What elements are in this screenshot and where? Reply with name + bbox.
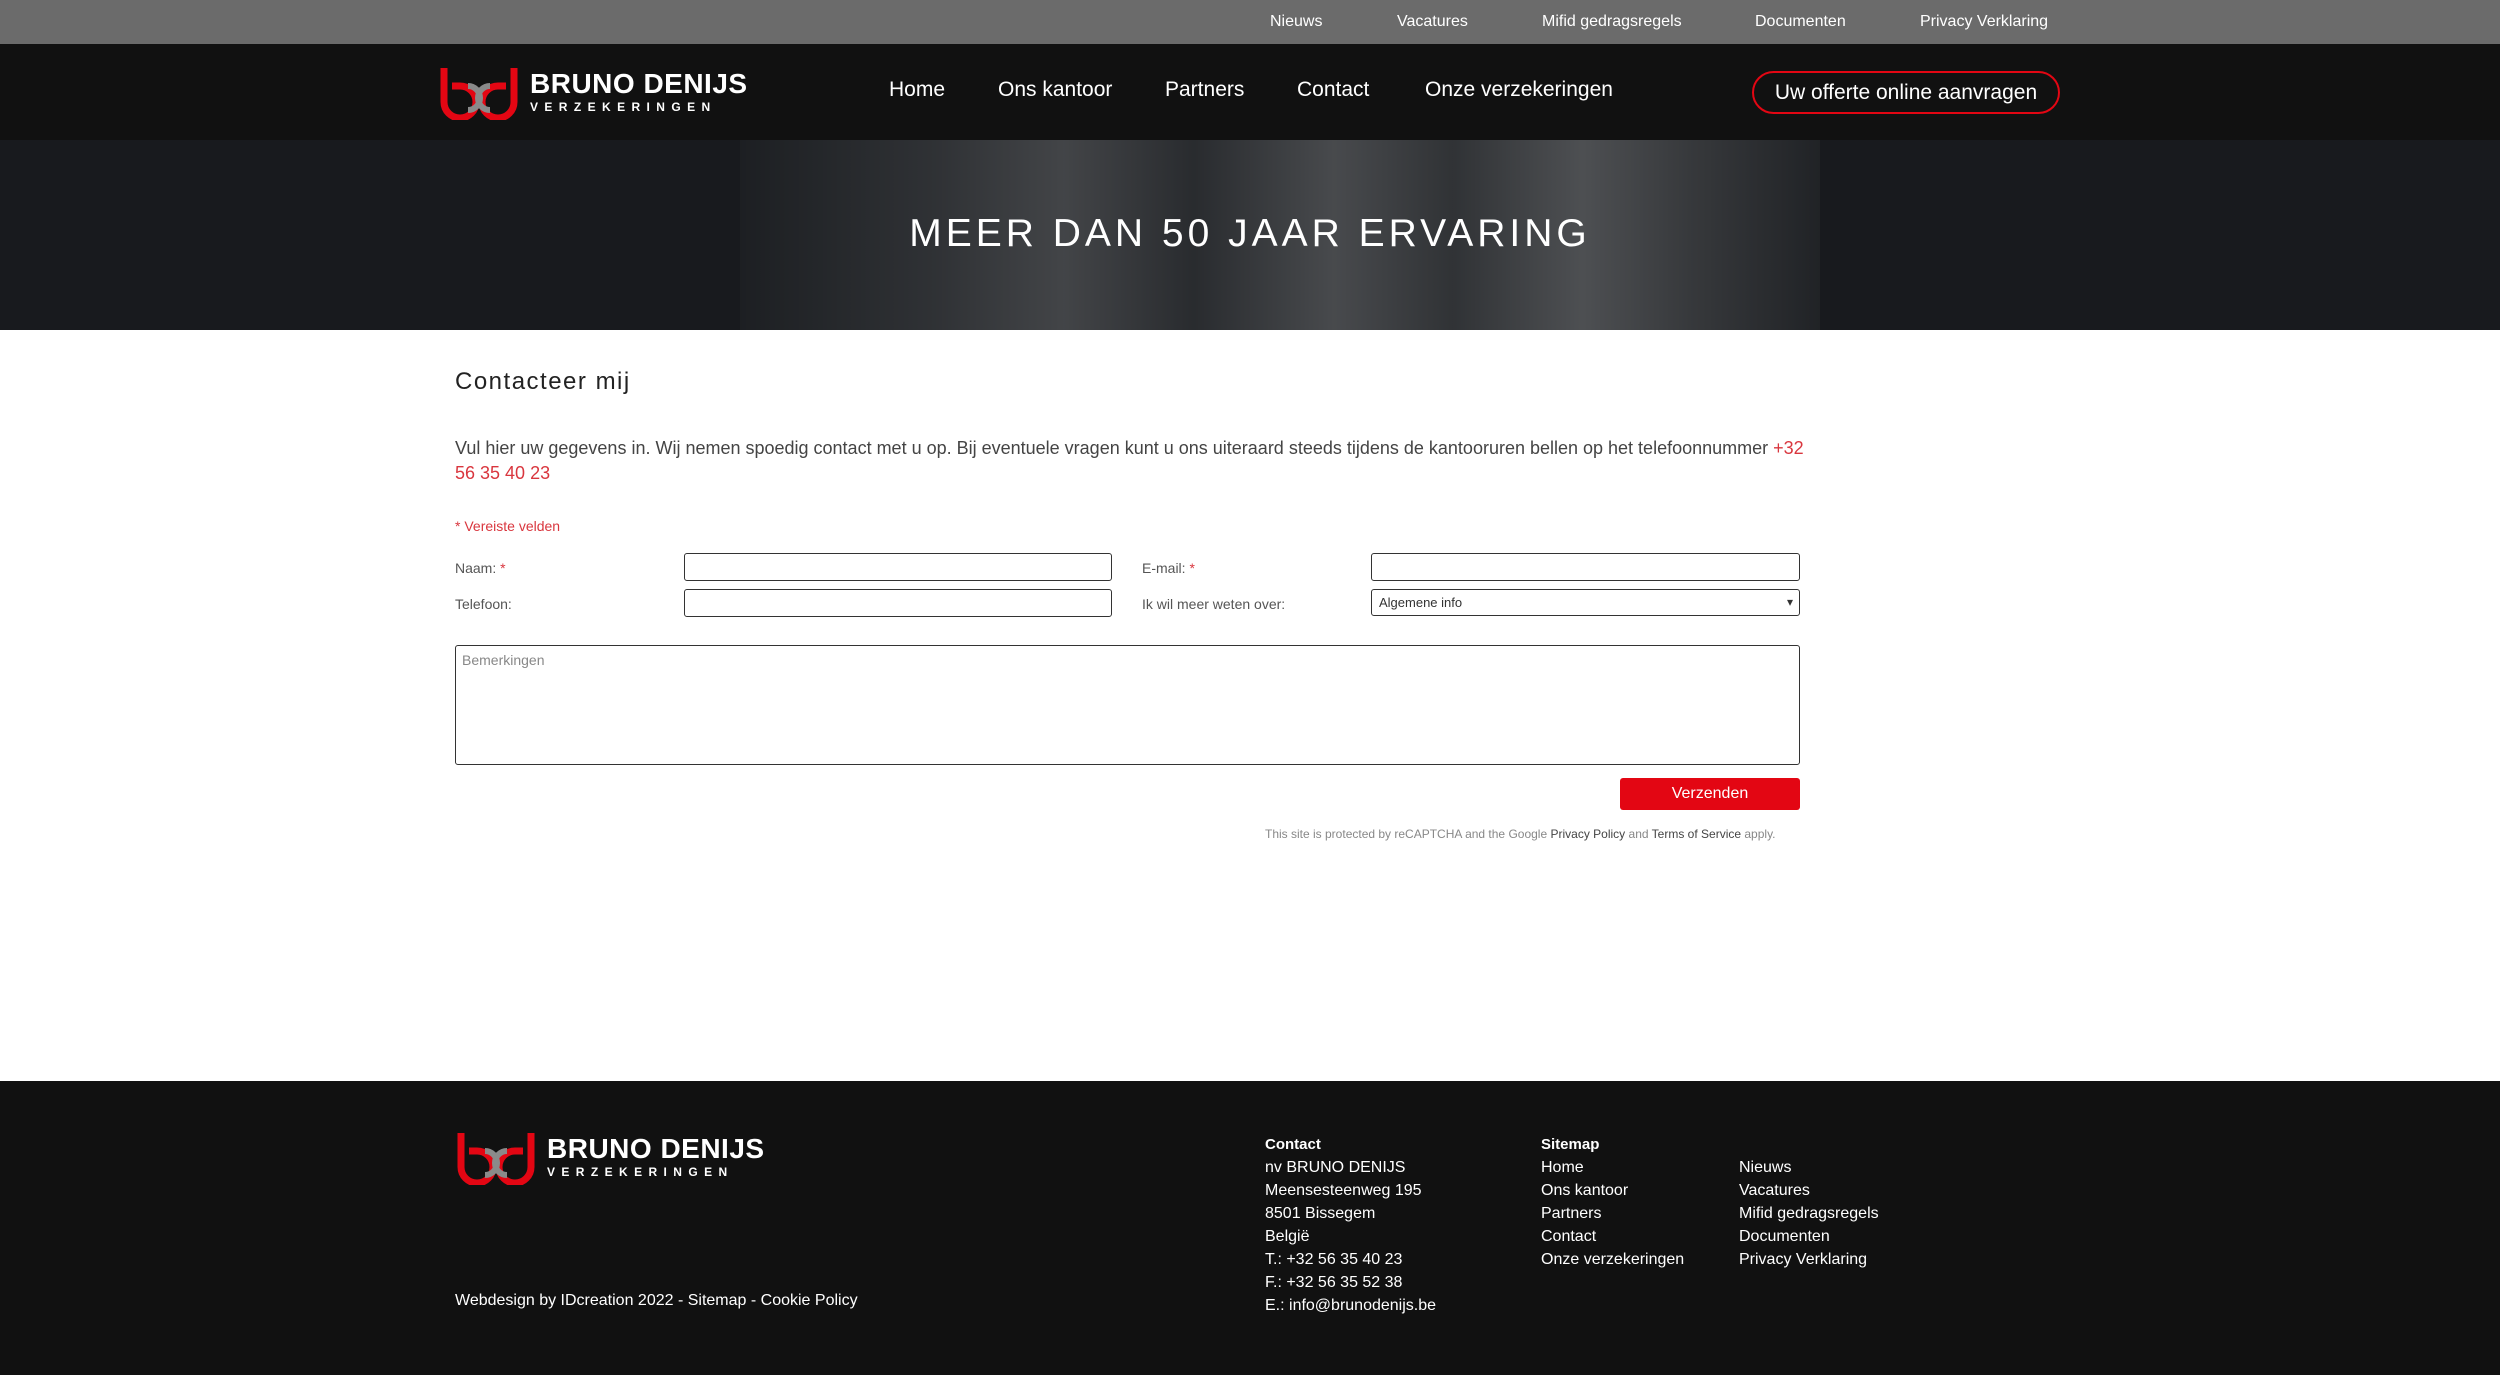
footer-sitemap: Sitemap Home Ons kantoor Partners Contac… [1541,1133,1684,1271]
bd-logo-mark-icon [440,68,518,120]
chevron-down-icon: ▾ [1786,595,1793,609]
topic-selected-value: Algemene info [1379,595,1463,610]
brand-logo[interactable]: BRUNO DENIJS VERZEKERINGEN [438,64,748,120]
footer-link-onze-verzekeringen[interactable]: Onze verzekeringen [1541,1248,1684,1271]
submit-button[interactable]: Verzenden [1620,778,1800,810]
top-utility-bar: Nieuws Vacatures Mifid gedragsregels Doc… [0,0,2500,44]
topbar-link-vacatures[interactable]: Vacatures [1397,13,1468,31]
recaptcha-notice: This site is protected by reCAPTCHA and … [1265,827,1776,841]
topbar-link-documenten[interactable]: Documenten [1755,13,1846,31]
footer-credits[interactable]: Webdesign by IDcreation 2022 - Sitemap -… [455,1292,858,1310]
footer-link-partners[interactable]: Partners [1541,1202,1684,1225]
topic-select[interactable]: Algemene info ▾ [1371,589,1800,616]
footer-link-documenten[interactable]: Documenten [1739,1225,1879,1248]
footer-logo[interactable]: BRUNO DENIJS VERZEKERINGEN [455,1129,765,1185]
topbar-link-mifid[interactable]: Mifid gedragsregels [1542,13,1682,31]
remarks-placeholder: Bemerkingen [462,652,545,668]
brand-tagline: VERZEKERINGEN [530,100,717,114]
page-title: Contacteer mij [455,368,631,395]
main-navigation: BRUNO DENIJS VERZEKERINGEN Home Ons kant… [0,44,2500,140]
required-fields-note: * Vereiste velden [455,518,561,534]
brand-name: BRUNO DENIJS [530,68,748,99]
nav-partners[interactable]: Partners [1165,78,1244,102]
nav-contact[interactable]: Contact [1297,78,1369,102]
name-field[interactable] [684,553,1112,581]
footer-link-privacy[interactable]: Privacy Verklaring [1739,1248,1879,1271]
phone-label: Telefoon: [455,596,512,612]
footer-brand-tagline: VERZEKERINGEN [547,1165,734,1179]
footer-phone[interactable]: T.: +32 56 35 40 23 [1265,1248,1436,1271]
phone-field[interactable] [684,589,1112,617]
hero-title: MEER DAN 50 JAAR ERVARING [909,212,1591,255]
footer-link-mifid[interactable]: Mifid gedragsregels [1739,1202,1879,1225]
privacy-policy-link[interactable]: Privacy Policy [1550,827,1625,841]
footer-link-contact[interactable]: Contact [1541,1225,1684,1248]
footer-link-ons-kantoor[interactable]: Ons kantoor [1541,1179,1684,1202]
remarks-textarea[interactable]: Bemerkingen [455,645,1800,765]
footer-street: Meensesteenweg 195 [1265,1182,1422,1199]
footer-link-nieuws[interactable]: Nieuws [1739,1156,1879,1179]
bd-logo-mark-icon [457,1133,535,1185]
nav-home[interactable]: Home [889,78,945,102]
footer-email[interactable]: E.: info@brunodenijs.be [1265,1294,1436,1317]
footer-fax: F.: +32 56 35 52 38 [1265,1274,1403,1291]
footer-sitemap-heading: Sitemap [1541,1136,1600,1153]
footer-link-home[interactable]: Home [1541,1156,1684,1179]
footer-brand-name: BRUNO DENIJS [547,1133,765,1164]
topic-label: Ik wil meer weten over: [1142,596,1286,612]
nav-ons-kantoor[interactable]: Ons kantoor [998,78,1112,102]
footer-city: 8501 Bissegem [1265,1205,1376,1222]
intro-text: Vul hier uw gegevens in. Wij nemen spoed… [455,438,1804,483]
footer-contact: Contact nv BRUNO DENIJS Meensesteenweg 1… [1265,1133,1436,1317]
footer-country: België [1265,1228,1310,1245]
terms-of-service-link[interactable]: Terms of Service [1652,827,1741,841]
name-label: Naam: * [455,560,506,576]
email-field[interactable] [1371,553,1800,581]
quote-request-button[interactable]: Uw offerte online aanvragen [1752,71,2060,114]
site-footer: BRUNO DENIJS VERZEKERINGEN Contact nv BR… [0,1081,2500,1375]
footer-sitemap-secondary: Nieuws Vacatures Mifid gedragsregels Doc… [1739,1156,1879,1271]
footer-company: nv BRUNO DENIJS [1265,1159,1406,1176]
hero-banner: MEER DAN 50 JAAR ERVARING [0,140,2500,330]
email-label: E-mail: * [1142,560,1195,576]
nav-onze-verzekeringen[interactable]: Onze verzekeringen [1425,78,1613,102]
topbar-link-nieuws[interactable]: Nieuws [1270,13,1322,31]
footer-contact-heading: Contact [1265,1136,1321,1153]
footer-link-vacatures[interactable]: Vacatures [1739,1179,1879,1202]
topbar-link-privacy[interactable]: Privacy Verklaring [1920,13,2048,31]
